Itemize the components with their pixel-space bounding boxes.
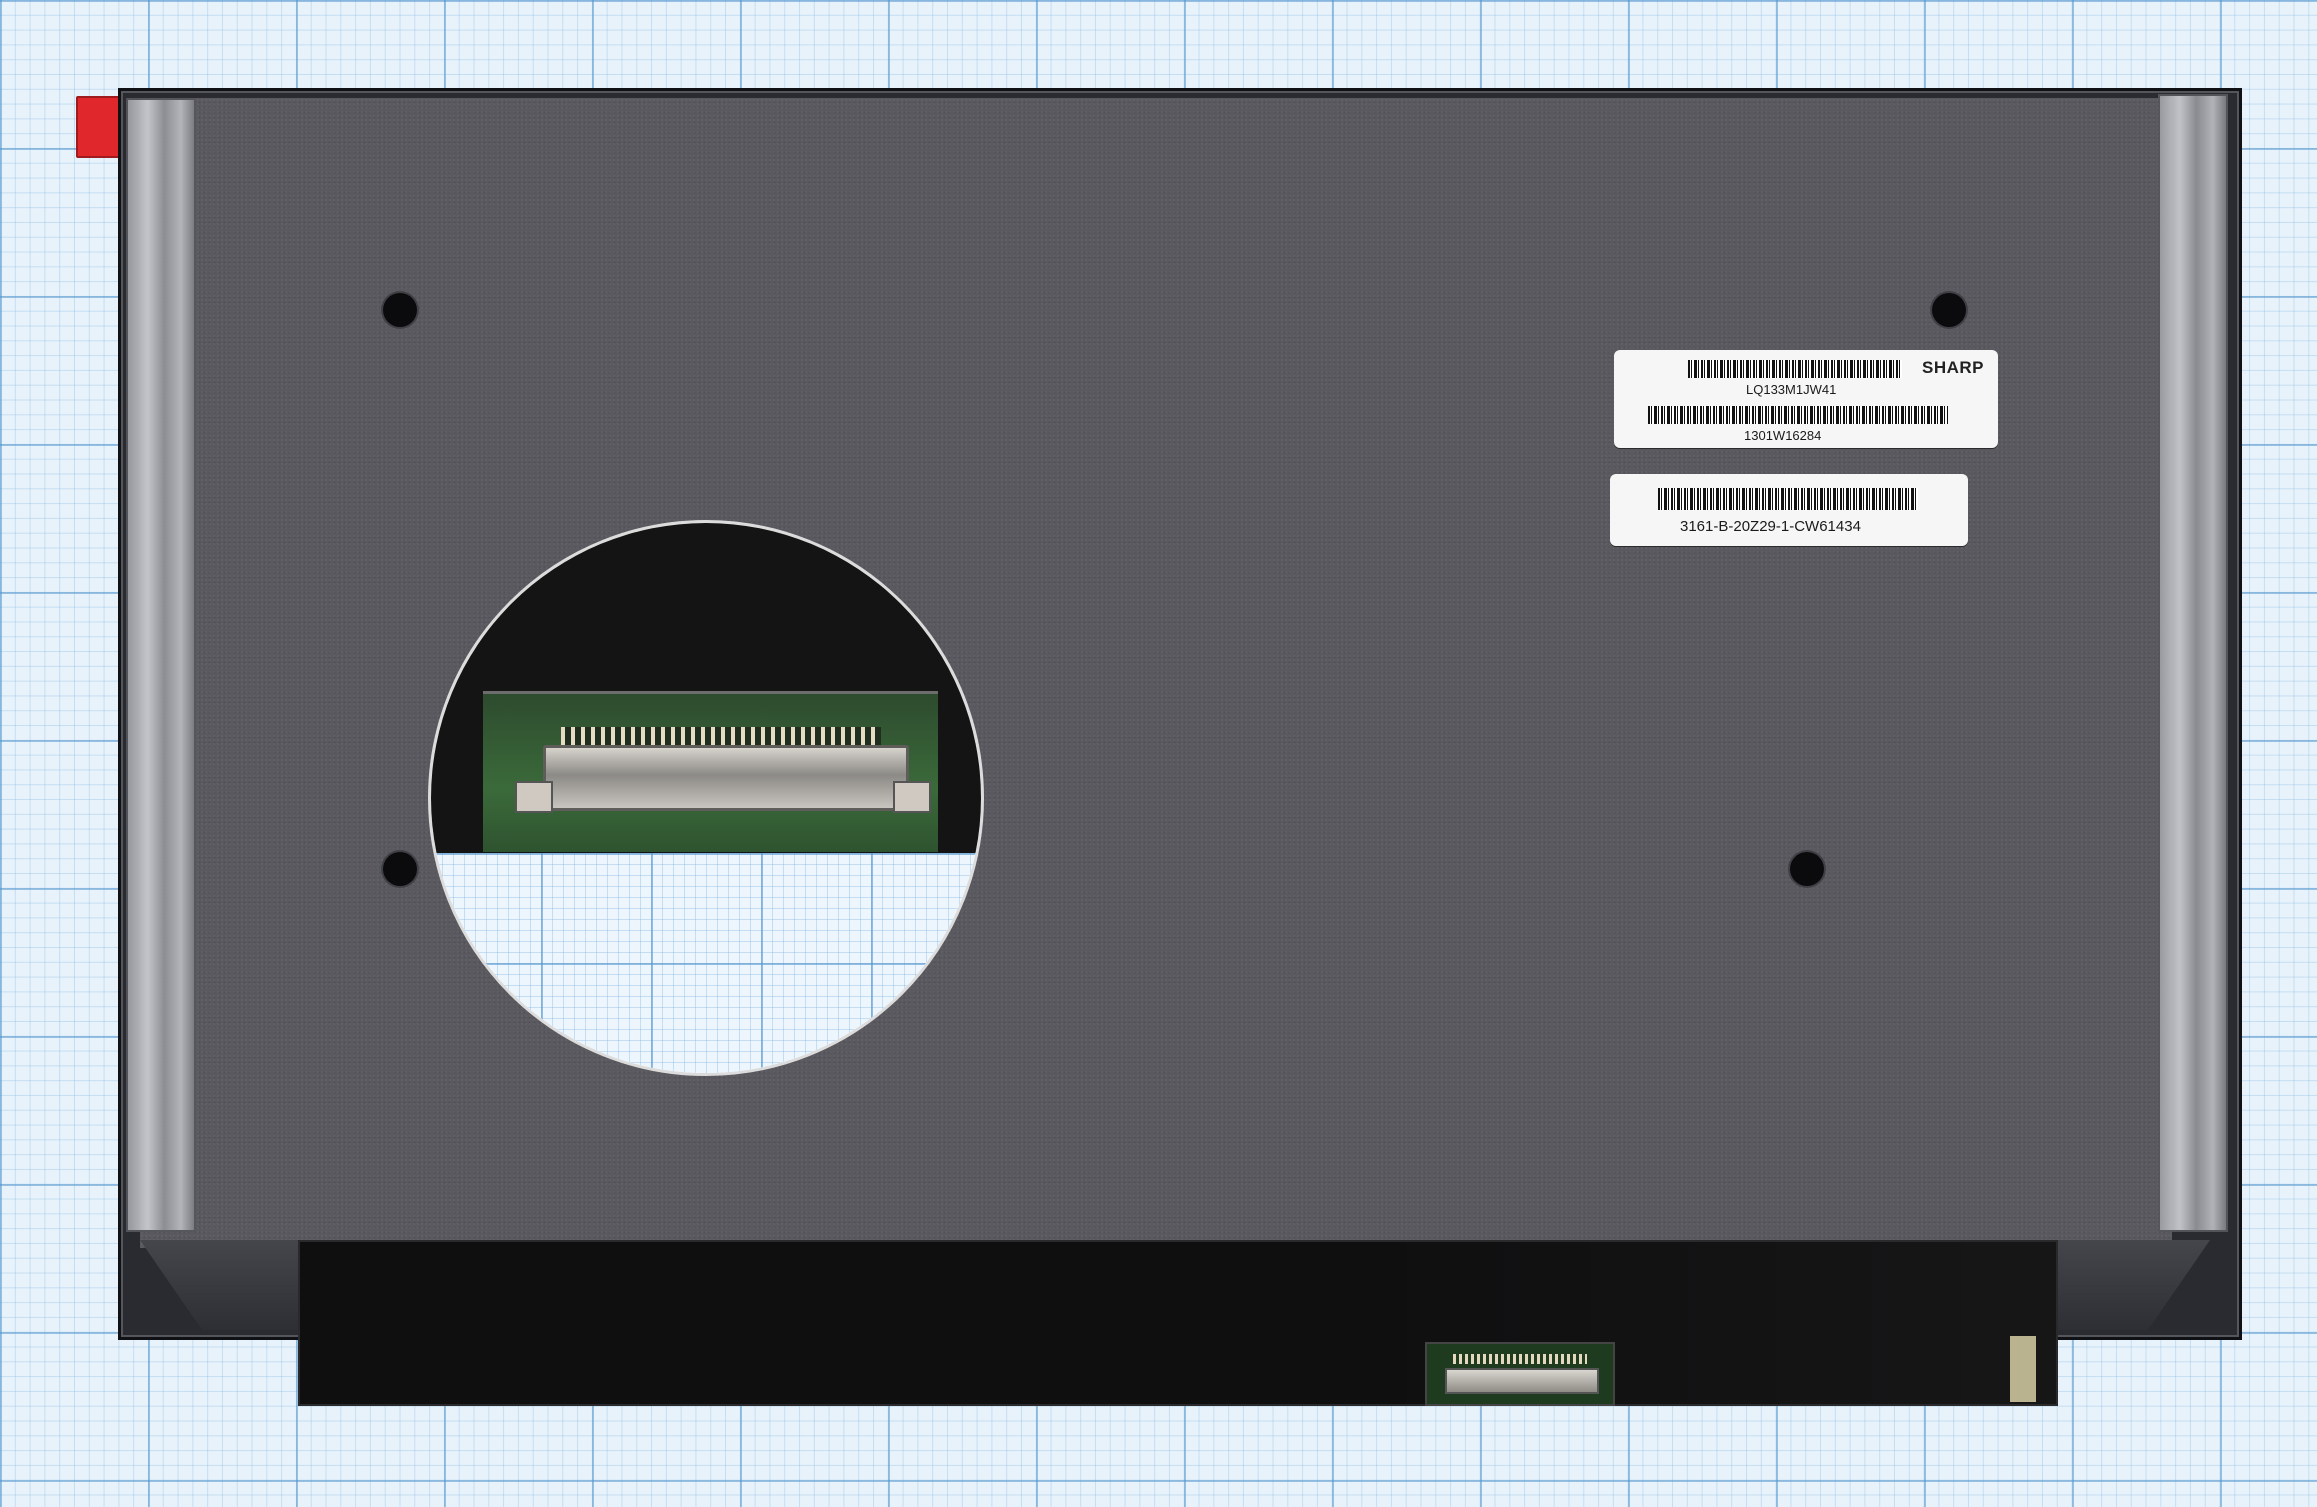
mounting-hole-icon: [1932, 293, 1966, 327]
connector-latch-left: [515, 781, 553, 813]
zoom-connector-pins: [561, 727, 881, 747]
mounting-hole-icon: [1790, 852, 1824, 886]
part-label-sticker: 3161-B-20Z29-1-CW61434: [1610, 474, 1968, 546]
serial-number: 1301W16284: [1744, 428, 1822, 443]
barcode-icon: [1688, 360, 1902, 378]
mounting-hole-icon: [383, 852, 417, 886]
brand-logo: SHARP: [1921, 358, 1984, 377]
connector-latch-right: [893, 781, 931, 813]
model-number: LQ133M1JW41: [1746, 382, 1837, 397]
board-connector-pins: [1453, 1354, 1587, 1364]
model-label-sticker: SHARP LQ133M1JW41 1301W16284: [1614, 350, 1998, 448]
ribbon-connector-icon: [1445, 1368, 1599, 1394]
connector-zoom-inset: [428, 520, 984, 1076]
part-number: 3161-B-20Z29-1-CW61434: [1680, 518, 1861, 535]
barcode-icon: [1648, 406, 1948, 424]
red-tape-tab: [76, 96, 120, 158]
zoom-grid-background: [431, 853, 981, 1073]
mounting-hole-icon: [383, 293, 417, 327]
ribbon-connector-icon: [543, 745, 909, 811]
right-tape-strip: [2158, 94, 2228, 1232]
left-tape-strip: [126, 98, 196, 1232]
board-edge-tab: [2010, 1336, 2036, 1402]
board-connector: [1425, 1342, 1615, 1406]
driver-board-strip: [298, 1240, 2058, 1406]
barcode-icon: [1658, 488, 1918, 510]
